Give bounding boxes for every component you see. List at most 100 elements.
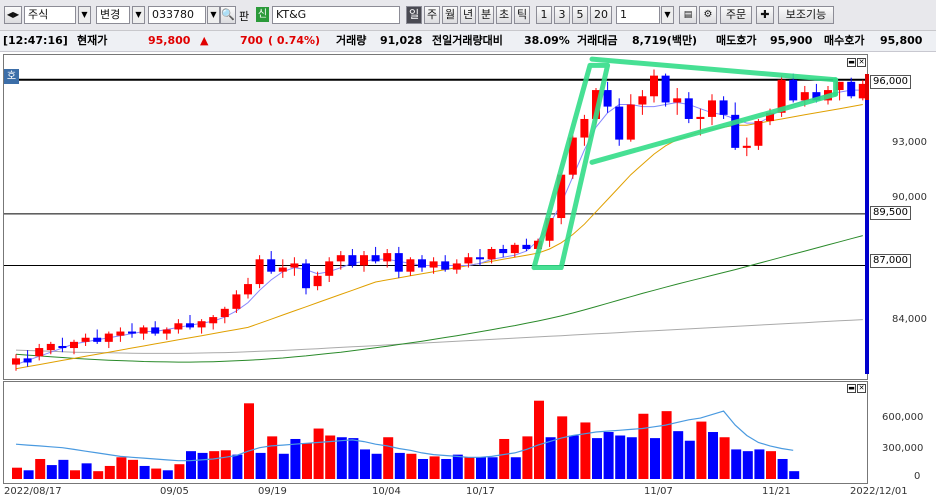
volume-bar — [93, 471, 104, 479]
ma120-line — [15, 319, 863, 354]
volume-bar — [255, 452, 266, 479]
candle — [336, 255, 345, 262]
minimize-icon[interactable]: ▬ — [847, 58, 856, 67]
stock-name-field: KT&G — [272, 6, 400, 24]
candle — [197, 321, 206, 328]
search-icon[interactable]: 🔍 — [220, 6, 236, 24]
interval-20-button[interactable]: 20 — [590, 6, 612, 24]
bid-price: 95,800 — [880, 34, 923, 47]
candle — [673, 98, 682, 103]
candle — [139, 327, 148, 334]
change-dropdown-icon[interactable]: ▼ — [132, 6, 145, 24]
volume-bar — [754, 449, 765, 479]
quote-info-bar: [12:47:16] 현재가 95,800 ▲ 700 ( 0.74%) 거래량… — [0, 31, 936, 52]
volume-bar — [209, 451, 220, 479]
candle — [754, 121, 763, 146]
candle — [360, 255, 368, 266]
y-tick-84000: 84,000 — [892, 314, 927, 325]
candle — [441, 261, 450, 270]
interval-5-button[interactable]: 5 — [572, 6, 588, 24]
volume-bar — [534, 400, 544, 479]
save-icon[interactable]: ▤ — [679, 6, 697, 24]
close-icon[interactable]: ✕ — [857, 58, 866, 67]
gear-icon[interactable]: ⚙ — [699, 6, 717, 24]
volume-chart-svg — [12, 400, 800, 479]
volume-bar — [81, 463, 92, 479]
candle — [232, 294, 241, 309]
crosshair-icon[interactable]: ✚ — [756, 6, 774, 24]
candle — [278, 267, 287, 272]
market-dropdown-icon[interactable]: ▼ — [78, 6, 91, 24]
period-week-button[interactable]: 주 — [424, 6, 440, 24]
candle — [464, 257, 473, 264]
interval-1-button[interactable]: 1 — [536, 6, 552, 24]
price-chart-panel[interactable]: 호 ▬ ✕ — [3, 54, 868, 380]
volume-bar — [684, 440, 695, 479]
candle — [186, 323, 194, 328]
period-second-button[interactable]: 초 — [496, 6, 512, 24]
period-minute-button[interactable]: 분 — [478, 6, 494, 24]
period-month-button[interactable]: 월 — [442, 6, 458, 24]
volume-bar — [104, 465, 115, 479]
date-label: 09/19 — [258, 486, 287, 497]
volume-bar — [23, 470, 34, 479]
candle — [394, 253, 403, 272]
volume-bar — [162, 470, 173, 479]
prev-volume-ratio: 38.09% — [524, 34, 570, 47]
volume-chart-panel[interactable]: ▬ ✕ — [3, 381, 868, 484]
aux-function-button[interactable]: 보조기능 — [778, 6, 834, 24]
change-select[interactable]: 변경 — [96, 6, 130, 24]
y-tick-90000: 90,000 — [892, 192, 927, 203]
interval-input[interactable]: 1 — [616, 6, 660, 24]
volume-bar — [197, 452, 208, 479]
volume-bar — [766, 451, 776, 479]
volume-bar — [522, 436, 533, 479]
volume-axis: 600,000 300,000 0 — [868, 381, 936, 484]
volume-bar — [452, 454, 463, 479]
order-button[interactable]: 주문 — [720, 6, 752, 24]
volume-bar — [673, 431, 684, 479]
interval-3-button[interactable]: 3 — [554, 6, 570, 24]
code-dropdown-icon[interactable]: ▼ — [207, 6, 220, 24]
candle — [116, 331, 125, 336]
volume-minimize-icon[interactable]: ▬ — [847, 384, 856, 393]
volume-bar — [46, 465, 57, 479]
interval-dropdown-icon[interactable]: ▼ — [661, 6, 674, 24]
volume-bar — [429, 456, 440, 479]
period-year-button[interactable]: 년 — [460, 6, 476, 24]
volume-bar — [789, 471, 800, 479]
date-label: 11/07 — [644, 486, 673, 497]
period-day-button[interactable]: 일 — [406, 6, 422, 24]
volume-bar — [603, 432, 614, 479]
candle — [661, 75, 670, 103]
price-axis-bar — [865, 74, 869, 374]
volume-bar — [557, 416, 568, 479]
period-tick-button[interactable]: 틱 — [514, 6, 530, 24]
prev-next-arrows[interactable]: ◀▶ — [4, 6, 22, 24]
volume-close-icon[interactable]: ✕ — [857, 384, 866, 393]
candle — [383, 253, 392, 262]
candle — [70, 341, 78, 349]
volume-bar — [650, 438, 660, 479]
candle — [151, 327, 160, 334]
corner-label[interactable]: 호 — [4, 69, 19, 84]
volume-value: 91,028 — [380, 34, 423, 47]
volume-bar — [383, 437, 394, 479]
candle — [128, 331, 136, 334]
candle — [418, 259, 426, 268]
price-axis-marker — [865, 74, 869, 100]
volume-bar — [58, 459, 69, 479]
date-label: 09/05 — [160, 486, 189, 497]
candle — [255, 259, 264, 285]
ask-price: 95,900 — [770, 34, 813, 47]
candle — [162, 329, 171, 334]
candle — [626, 104, 635, 140]
stock-code-input[interactable]: 033780 — [148, 6, 206, 24]
volume-bar — [661, 411, 672, 479]
market-select[interactable]: 주식 — [24, 6, 76, 24]
candle — [220, 308, 229, 318]
ma60-line — [15, 235, 863, 363]
volume-bar — [476, 457, 486, 479]
trade-amount: 8,719(백만) — [632, 34, 698, 47]
current-price: 95,800 — [148, 34, 191, 47]
